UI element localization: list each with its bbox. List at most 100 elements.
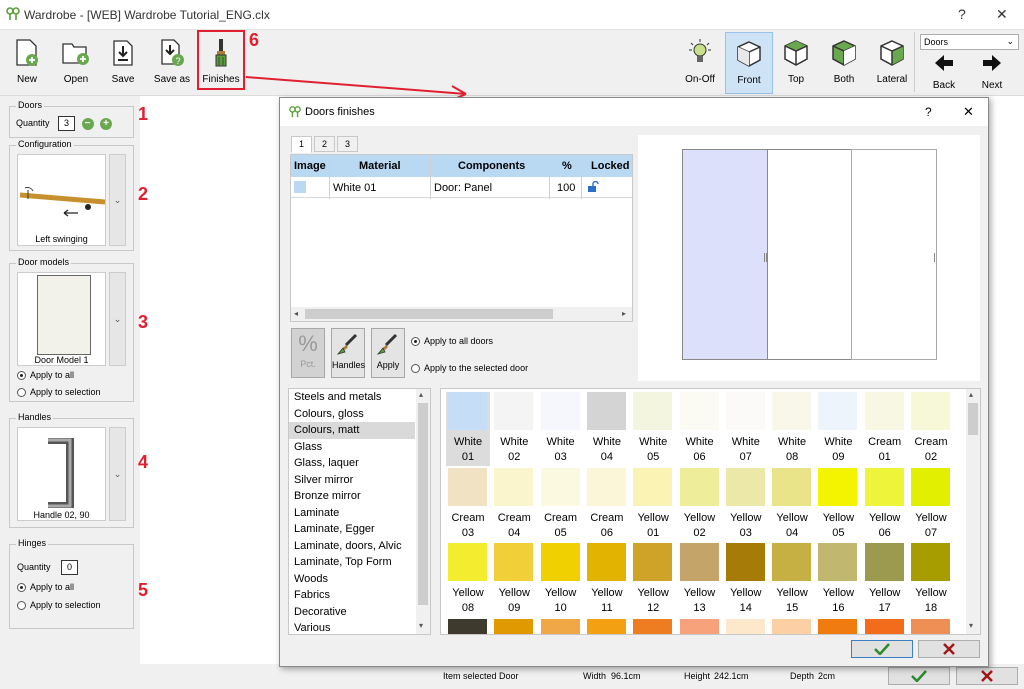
category-item[interactable]: Colours, gloss [294, 408, 364, 420]
door-model-dropdown[interactable]: ⌄ [109, 272, 126, 366]
swatch-item[interactable]: Yellow 13 [678, 543, 722, 617]
swatch-item[interactable]: White 02 [492, 392, 536, 466]
swatch-item[interactable]: Cream 05 [539, 467, 583, 542]
tab-2[interactable]: 2 [314, 136, 335, 152]
category-item[interactable]: Glass, laquer [294, 457, 359, 469]
swatch-item[interactable]: White 08 [770, 392, 814, 466]
category-item[interactable]: Bronze mirror [294, 490, 361, 502]
dialog-ok-button[interactable] [851, 640, 913, 658]
handle-preview[interactable]: Handle 02, 90 [17, 427, 106, 521]
swatch-item[interactable] [909, 618, 953, 634]
door-models-apply-selection[interactable]: Apply to selection [17, 387, 101, 398]
configuration-dropdown[interactable]: ⌄ [109, 154, 126, 246]
swatch-item[interactable]: Yellow 10 [539, 543, 583, 617]
scroll-up-icon[interactable]: ▴ [419, 390, 423, 399]
dialog-close-button[interactable]: ✕ [963, 104, 974, 120]
swatch-item[interactable]: Cream 01 [863, 392, 907, 466]
open-button[interactable]: Open [56, 32, 96, 92]
category-scrollbar[interactable]: ▴ ▾ [416, 389, 430, 634]
both-view-button[interactable]: Both [824, 32, 864, 92]
percent-button[interactable]: % Pct. [291, 328, 325, 378]
category-item[interactable]: Laminate, Top Form [294, 556, 392, 568]
help-button[interactable]: ? [958, 6, 966, 22]
swatch-item[interactable] [770, 618, 814, 634]
swatch-scrollbar[interactable]: ▴ ▾ [966, 389, 980, 634]
close-window-button[interactable]: ✕ [996, 6, 1008, 23]
swatch-item[interactable]: Yellow 18 [909, 543, 953, 617]
swatch-item[interactable]: Yellow 09 [492, 543, 536, 617]
lateral-view-button[interactable]: Lateral [872, 32, 912, 92]
swatch-item[interactable]: White 07 [724, 392, 768, 466]
scroll-down-icon[interactable]: ▾ [419, 621, 423, 630]
swatch-item[interactable] [492, 618, 536, 634]
category-item[interactable]: Laminate, doors, Alvic [294, 540, 402, 552]
swatch-item[interactable] [816, 618, 860, 634]
scrollbar-thumb[interactable] [418, 403, 428, 605]
category-item[interactable]: Decorative [294, 606, 347, 618]
table-row[interactable]: White 01 Door: Panel 100 [291, 177, 632, 198]
swatch-item[interactable]: Yellow 04 [770, 467, 814, 542]
door-panel-1[interactable] [682, 149, 768, 360]
back-button[interactable]: Back [926, 54, 962, 94]
scroll-down-icon[interactable]: ▾ [969, 621, 973, 630]
unlocked-icon[interactable] [587, 181, 599, 193]
swatch-item[interactable] [446, 618, 490, 634]
doors-quantity-field[interactable]: 3 [58, 116, 76, 131]
door-panel-3[interactable] [851, 149, 937, 360]
swatch-item[interactable]: Yellow 15 [770, 543, 814, 617]
hinges-apply-all[interactable]: Apply to all [17, 582, 74, 593]
swatch-item[interactable]: Yellow 08 [446, 543, 490, 617]
next-button[interactable]: Next [974, 54, 1010, 94]
swatch-item[interactable]: White 06 [678, 392, 722, 466]
save-as-button[interactable]: ? Save as [152, 32, 192, 92]
swatch-item[interactable]: Yellow 07 [909, 467, 953, 542]
swatch-item[interactable]: Yellow 14 [724, 543, 768, 617]
swatch-item[interactable] [863, 618, 907, 634]
handles-button[interactable]: Handles [331, 328, 365, 378]
swatch-item[interactable]: White 01 [446, 392, 490, 466]
door-model-preview[interactable]: Door Model 1 [17, 272, 106, 366]
swatch-item[interactable]: White 04 [585, 392, 629, 466]
increase-button[interactable]: + [100, 118, 113, 130]
scroll-up-icon[interactable]: ▴ [969, 390, 973, 399]
scrollbar-thumb[interactable] [305, 309, 553, 319]
category-item[interactable]: Various [294, 622, 330, 634]
category-item[interactable]: Laminate [294, 507, 339, 519]
scroll-right-icon[interactable]: ▸ [622, 309, 626, 318]
swatch-item[interactable]: Yellow 02 [678, 467, 722, 542]
swatch-item[interactable]: White 09 [816, 392, 860, 466]
apply-selected-door-option[interactable]: Apply to the selected door [411, 363, 528, 374]
tab-1[interactable]: 1 [291, 136, 312, 153]
category-item[interactable]: Steels and metals [294, 391, 381, 403]
category-item[interactable]: Fabrics [294, 589, 330, 601]
swatch-item[interactable]: White 05 [631, 392, 675, 466]
swatch-item[interactable]: Yellow 12 [631, 543, 675, 617]
on-off-button[interactable]: On-Off [680, 32, 720, 92]
front-view-button[interactable]: Front [725, 32, 773, 94]
tab-3[interactable]: 3 [337, 136, 358, 152]
hinges-apply-selection[interactable]: Apply to selection [17, 600, 101, 611]
swatch-item[interactable]: Cream 04 [492, 467, 536, 542]
category-dropdown[interactable]: Doors ⌄ [920, 34, 1019, 50]
scroll-left-icon[interactable]: ◂ [294, 309, 298, 318]
apply-button[interactable]: Apply [371, 328, 405, 378]
door-models-apply-all[interactable]: Apply to all [17, 370, 74, 381]
swatch-item[interactable]: Cream 03 [446, 467, 490, 542]
swatch-item[interactable] [678, 618, 722, 634]
swatch-item[interactable]: Yellow 06 [863, 467, 907, 542]
main-cancel-button[interactable] [956, 667, 1018, 685]
finishes-button[interactable]: Finishes [197, 30, 245, 90]
new-button[interactable]: New [8, 32, 46, 92]
handle-dropdown[interactable]: ⌄ [109, 427, 126, 521]
swatch-item[interactable]: Yellow 01 [631, 467, 675, 542]
dialog-help-button[interactable]: ? [925, 105, 932, 119]
swatch-item[interactable]: Cream 02 [909, 392, 953, 466]
configuration-preview[interactable]: Left swinging [17, 154, 106, 246]
category-item[interactable]: Colours, matt [294, 424, 359, 436]
swatch-item[interactable] [539, 618, 583, 634]
category-item[interactable]: Glass [294, 441, 322, 453]
swatch-item[interactable]: Cream 06 [585, 467, 629, 542]
swatch-item[interactable] [631, 618, 675, 634]
category-item[interactable]: Silver mirror [294, 474, 353, 486]
swatch-item[interactable]: Yellow 16 [816, 543, 860, 617]
